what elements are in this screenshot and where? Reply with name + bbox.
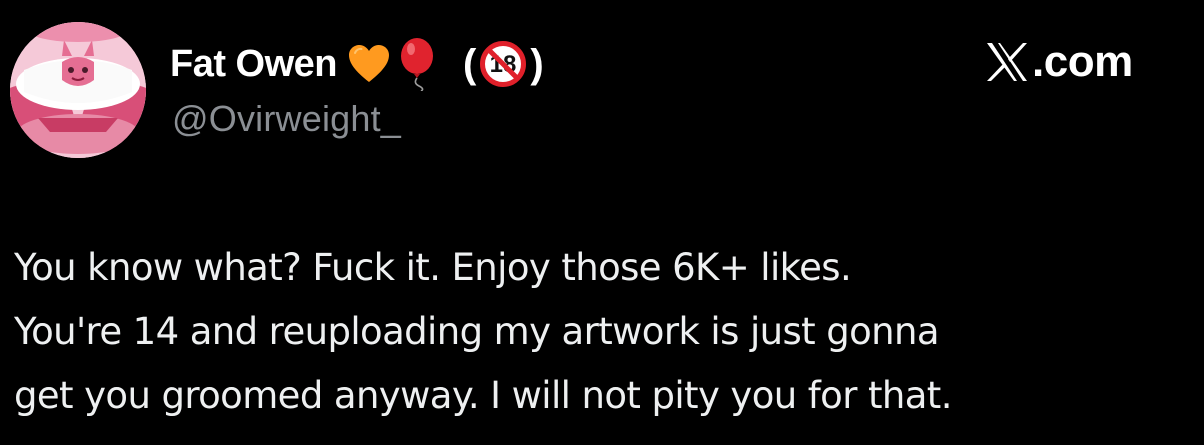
paren-open: ( bbox=[463, 41, 477, 86]
site-label: .com bbox=[1032, 37, 1133, 86]
display-name[interactable]: Fat Owen bbox=[170, 43, 338, 86]
tweet-line: You know what? Fuck it. Enjoy those 6K+ … bbox=[14, 246, 852, 289]
author-handle[interactable]: @Ovirweight_ bbox=[172, 98, 401, 140]
paren-close: ) bbox=[530, 41, 544, 86]
tweet-line: get you groomed anyway. I will not pity … bbox=[14, 374, 952, 417]
site-mark[interactable]: .com bbox=[984, 34, 1133, 90]
tweet-card: Fat Owen ( 18 ) @Ovi bbox=[0, 0, 1204, 445]
display-name-row: Fat Owen ( 18 ) bbox=[170, 37, 544, 91]
pink-cartoon-avatar-icon bbox=[10, 22, 146, 158]
no-one-under-eighteen-icon: 18 bbox=[478, 39, 528, 89]
tweet-body: You know what? Fuck it. Enjoy those 6K+ … bbox=[14, 236, 1199, 428]
avatar[interactable] bbox=[10, 22, 146, 158]
x-logo-icon bbox=[984, 39, 1030, 85]
orange-heart-icon bbox=[347, 44, 391, 84]
tweet-line: You're 14 and reuploading my artwork is … bbox=[14, 310, 940, 353]
red-balloon-icon bbox=[395, 37, 439, 91]
